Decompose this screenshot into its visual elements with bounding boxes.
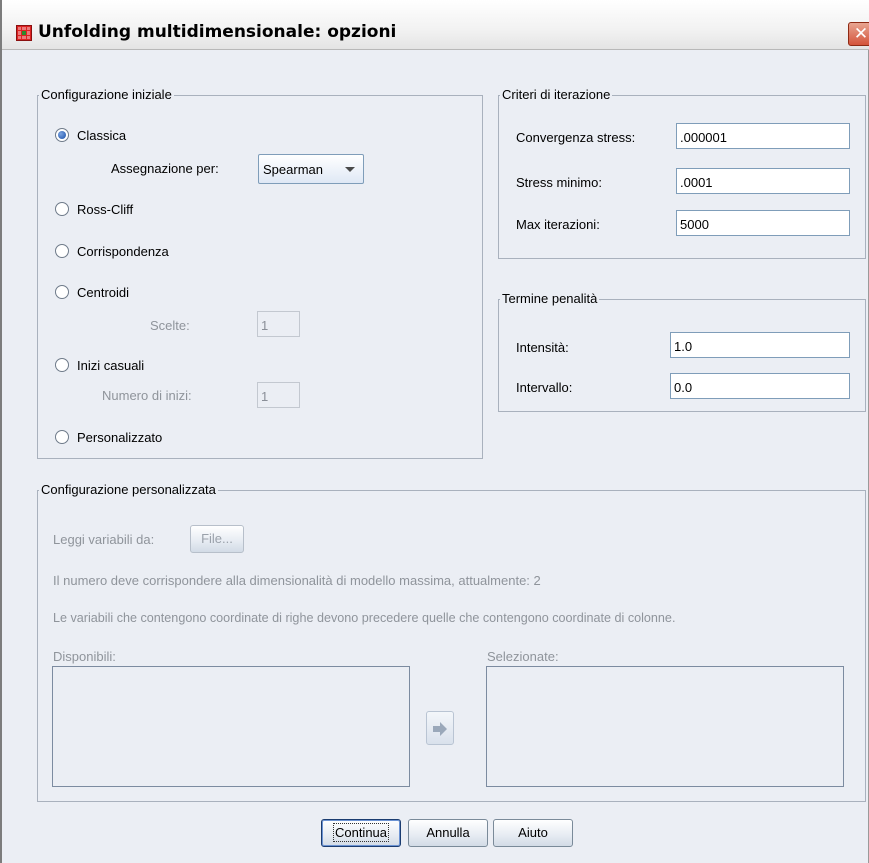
app-table-icon <box>16 25 32 41</box>
file-button[interactable]: File... <box>190 525 244 553</box>
label-classica[interactable]: Classica <box>77 128 126 143</box>
label-centroidi[interactable]: Centroidi <box>77 285 129 300</box>
label-ross-cliff[interactable]: Ross-Cliff <box>77 202 133 217</box>
radio-corrispondenza[interactable] <box>55 244 69 258</box>
arrow-right-icon <box>433 722 447 736</box>
disponibili-list[interactable] <box>52 666 410 787</box>
assegnazione-value: Spearman <box>263 162 323 177</box>
convergenza-input[interactable]: .000001 <box>676 123 850 149</box>
penalty-legend: Termine penalità <box>500 291 600 306</box>
intervallo-input[interactable]: 0.0 <box>670 373 850 399</box>
radio-centroidi[interactable] <box>55 285 69 299</box>
scelte-input[interactable]: 1 <box>257 311 300 337</box>
radio-classica[interactable] <box>55 128 69 142</box>
numero-inizi-input[interactable]: 1 <box>257 382 300 408</box>
info-order: Le variabili che contengono coordinate d… <box>53 611 676 625</box>
iteration-group: Criteri di iterazione Convergenza stress… <box>498 87 866 259</box>
window-title: Unfolding multidimensionale: opzioni <box>38 22 397 42</box>
label-inizi-casuali[interactable]: Inizi casuali <box>77 358 144 373</box>
label-corrispondenza[interactable]: Corrispondenza <box>77 244 169 259</box>
intensita-input[interactable]: 1.0 <box>670 332 850 358</box>
stress-min-label: Stress minimo: <box>516 175 602 190</box>
annulla-button[interactable]: Annulla <box>408 819 488 847</box>
numero-inizi-label: Numero di inizi: <box>102 388 192 403</box>
max-iter-input[interactable]: 5000 <box>676 210 850 236</box>
continua-button[interactable]: Continua <box>321 819 401 847</box>
close-button[interactable]: ✕ <box>848 22 869 46</box>
initial-config-legend: Configurazione iniziale <box>39 87 174 102</box>
radio-personalizzato[interactable] <box>55 430 69 444</box>
max-iter-label: Max iterazioni: <box>516 217 600 232</box>
iteration-legend: Criteri di iterazione <box>500 87 613 102</box>
assegnazione-label: Assegnazione per: <box>111 161 219 176</box>
custom-config-group: Configurazione personalizzata Leggi vari… <box>37 482 866 802</box>
convergenza-label: Convergenza stress: <box>516 130 636 145</box>
info-dimensionality: Il numero deve corrispondere alla dimens… <box>53 573 541 588</box>
initial-config-group: Configurazione iniziale Classica Assegna… <box>37 87 483 459</box>
label-personalizzato[interactable]: Personalizzato <box>77 430 162 445</box>
stress-min-input[interactable]: .0001 <box>676 168 850 194</box>
scelte-label: Scelte: <box>150 318 190 333</box>
assegnazione-select[interactable]: Spearman <box>258 154 364 184</box>
disponibili-label: Disponibili: <box>53 649 116 664</box>
intervallo-label: Intervallo: <box>516 380 573 395</box>
custom-config-legend: Configurazione personalizzata <box>39 482 218 497</box>
radio-inizi-casuali[interactable] <box>55 358 69 372</box>
intensita-label: Intensità: <box>516 340 569 355</box>
leggi-label: Leggi variabili da: <box>53 532 155 547</box>
selezionate-label: Selezionate: <box>487 649 559 664</box>
move-right-button[interactable] <box>426 711 454 745</box>
title-bar: Unfolding multidimensionale: opzioni ✕ <box>2 0 869 50</box>
continua-label: Continua <box>332 823 390 842</box>
selezionate-list[interactable] <box>486 666 844 787</box>
chevron-down-icon <box>345 167 355 172</box>
options-dialog: Unfolding multidimensionale: opzioni ✕ C… <box>0 0 869 863</box>
close-icon: ✕ <box>853 24 869 43</box>
aiuto-button[interactable]: Aiuto <box>493 819 573 847</box>
penalty-group: Termine penalità Intensità: 1.0 Interval… <box>498 291 866 412</box>
radio-ross-cliff[interactable] <box>55 202 69 216</box>
